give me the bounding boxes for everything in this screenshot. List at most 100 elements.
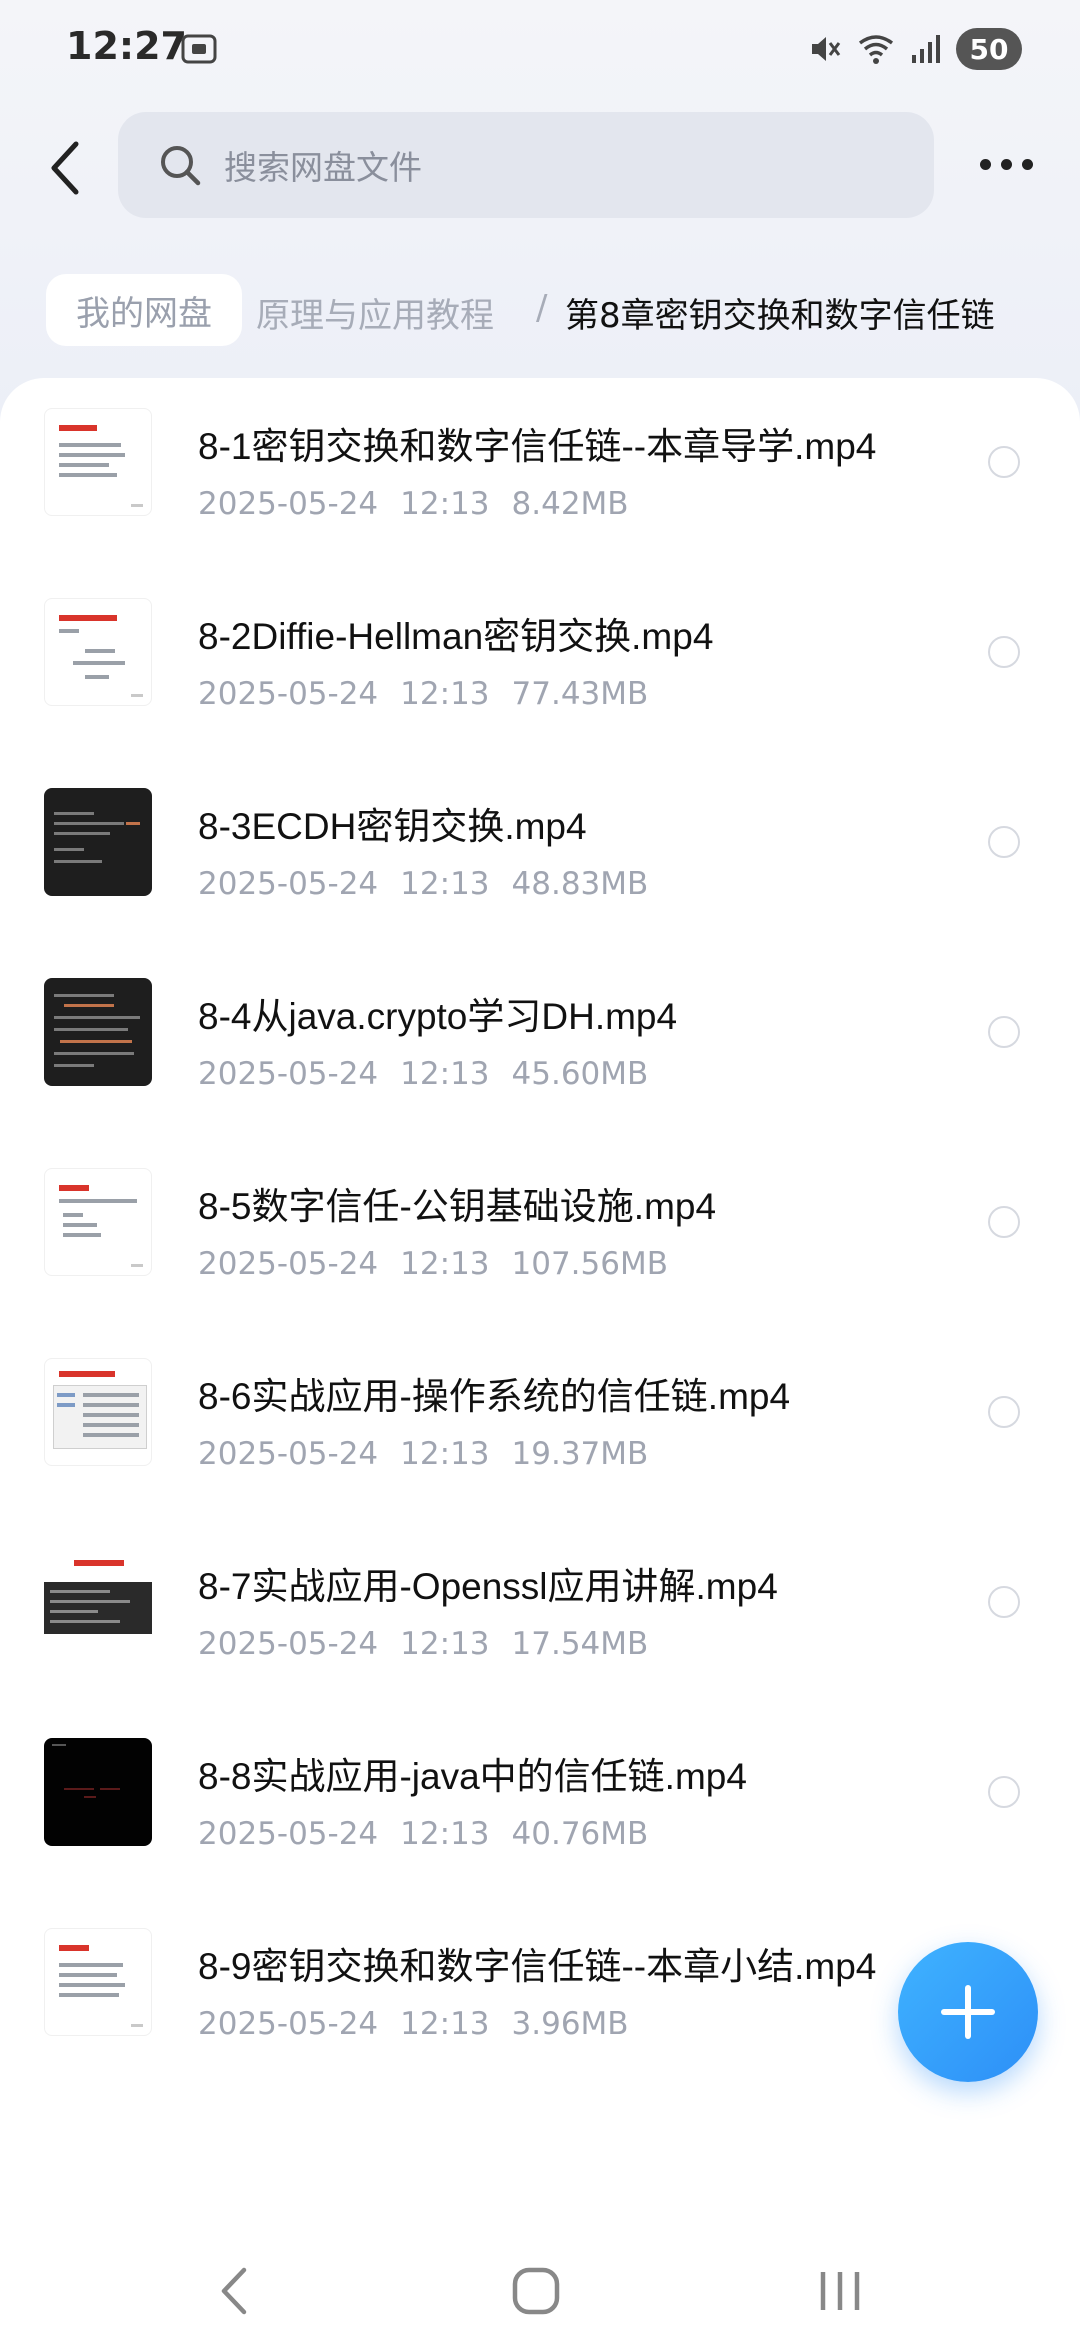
file-date: 2025-05-24	[198, 486, 379, 522]
nav-back-icon	[221, 2267, 247, 2315]
file-meta: 2025-05-24 12:13 48.83MB	[198, 866, 670, 902]
chevron-left-icon	[51, 141, 79, 195]
select-checkbox[interactable]	[988, 1776, 1020, 1808]
file-date: 2025-05-24	[198, 1436, 379, 1472]
file-size: 3.96MB	[511, 2006, 629, 2042]
battery-indicator: 50	[956, 28, 1022, 70]
file-meta: 2025-05-24 12:13 40.76MB	[198, 1816, 670, 1852]
file-name: 8-6实战应用-操作系统的信任链.mp4	[198, 1376, 791, 1417]
file-time: 12:13	[400, 1436, 490, 1472]
select-checkbox[interactable]	[988, 1396, 1020, 1428]
file-time: 12:13	[400, 1056, 490, 1092]
select-checkbox[interactable]	[988, 446, 1020, 478]
file-meta: 2025-05-24 12:13 8.42MB	[198, 486, 651, 522]
signal-icon	[912, 35, 940, 63]
file-size: 77.43MB	[511, 676, 649, 712]
video-thumbnail	[44, 978, 152, 1086]
file-date: 2025-05-24	[198, 1056, 379, 1092]
video-thumbnail	[44, 1738, 152, 1846]
wifi-icon	[858, 35, 894, 64]
video-thumbnail	[44, 1548, 152, 1656]
file-meta: 2025-05-24 12:13 77.43MB	[198, 676, 670, 712]
file-time: 12:13	[400, 486, 490, 522]
status-icons: 50	[806, 26, 1022, 72]
file-time: 12:13	[400, 1816, 490, 1852]
file-row[interactable]: 8-1密钥交换和数字信任链--本章导学.mp4 2025-05-24 12:13 8…	[0, 378, 1080, 568]
video-thumbnail	[44, 408, 152, 516]
file-row[interactable]: 8-2Diffie-Hellman密钥交换.mp4 2025-05-24 12:1…	[0, 568, 1080, 758]
file-meta: 2025-05-24 12:13 19.37MB	[198, 1436, 670, 1472]
file-date: 2025-05-24	[198, 2006, 379, 2042]
file-meta: 2025-05-24 12:13 45.60MB	[198, 1056, 670, 1092]
mute-icon	[812, 37, 841, 61]
file-time: 12:13	[400, 676, 490, 712]
add-button[interactable]	[898, 1942, 1038, 2082]
search-icon	[161, 146, 201, 186]
select-checkbox[interactable]	[988, 636, 1020, 668]
file-date: 2025-05-24	[198, 1246, 379, 1282]
system-nav-bar	[0, 2238, 1080, 2340]
screenshot-icon	[181, 34, 217, 64]
file-time: 12:13	[400, 1626, 490, 1662]
nav-recents-button[interactable]	[800, 2256, 880, 2326]
file-size: 48.83MB	[511, 866, 649, 902]
file-row[interactable]: 8-6实战应用-操作系统的信任链.mp4 2025-05-24 12:13 19.3…	[0, 1328, 1080, 1518]
breadcrumb: 我的网盘 原理与应用教程 / 第8章密钥交换和数字信任链	[0, 270, 1080, 350]
search-placeholder: 搜索网盘文件	[224, 148, 422, 187]
file-row[interactable]: 8-4从java.crypto学习DH.mp4 2025-05-24 12:13 4…	[0, 948, 1080, 1138]
file-name: 8-2Diffie-Hellman密钥交换.mp4	[198, 616, 714, 657]
select-checkbox[interactable]	[988, 1016, 1020, 1048]
file-size: 8.42MB	[511, 486, 629, 522]
breadcrumb-parent[interactable]: 原理与应用教程	[256, 288, 494, 337]
breadcrumb-current: 第8章密钥交换和数字信任链	[565, 296, 995, 336]
nav-home-button[interactable]	[496, 2256, 576, 2326]
file-size: 17.54MB	[511, 1626, 649, 1662]
plus-icon	[941, 1985, 995, 2039]
file-time: 12:13	[400, 2006, 490, 2042]
file-row[interactable]: 8-8实战应用-java中的信任链.mp4 2025-05-24 12:13 40.…	[0, 1708, 1080, 1898]
file-date: 2025-05-24	[198, 1626, 379, 1662]
file-name: 8-1密钥交换和数字信任链--本章导学.mp4	[198, 426, 877, 467]
file-name: 8-5数字信任-公钥基础设施.mp4	[198, 1186, 717, 1227]
nav-home-icon	[512, 2267, 560, 2315]
file-meta: 2025-05-24 12:13 3.96MB	[198, 2006, 651, 2042]
status-bar: 12:27 50	[0, 0, 1080, 100]
file-list: 8-1密钥交换和数字信任链--本章导学.mp4 2025-05-24 12:13 8…	[0, 378, 1080, 2238]
file-size: 45.60MB	[511, 1056, 649, 1092]
file-date: 2025-05-24	[198, 866, 379, 902]
file-name: 8-3ECDH密钥交换.mp4	[198, 806, 587, 847]
file-date: 2025-05-24	[198, 1816, 379, 1852]
more-dots-icon	[979, 158, 991, 170]
video-thumbnail	[44, 1928, 152, 2036]
back-button[interactable]	[36, 128, 92, 208]
breadcrumb-separator: /	[536, 288, 548, 328]
video-thumbnail	[44, 1358, 152, 1466]
select-checkbox[interactable]	[988, 826, 1020, 858]
status-time: 12:27	[66, 24, 187, 68]
file-name: 8-7实战应用-Openssl应用讲解.mp4	[198, 1566, 778, 1607]
file-size: 40.76MB	[511, 1816, 649, 1852]
more-button[interactable]	[968, 136, 1044, 192]
file-time: 12:13	[400, 866, 490, 902]
file-name: 8-4从java.crypto学习DH.mp4	[198, 996, 678, 1037]
file-size: 107.56MB	[511, 1246, 668, 1282]
file-row[interactable]: 8-5数字信任-公钥基础设施.mp4 2025-05-24 12:13 107.56…	[0, 1138, 1080, 1328]
file-row[interactable]: 8-7实战应用-Openssl应用讲解.mp4 2025-05-24 12:13 1…	[0, 1518, 1080, 1708]
file-name: 8-8实战应用-java中的信任链.mp4	[198, 1756, 747, 1797]
video-thumbnail	[44, 1168, 152, 1276]
select-checkbox[interactable]	[988, 1206, 1020, 1238]
file-date: 2025-05-24	[198, 676, 379, 712]
nav-back-button[interactable]	[194, 2256, 274, 2326]
file-size: 19.37MB	[511, 1436, 649, 1472]
video-thumbnail	[44, 598, 152, 706]
search-input[interactable]: 搜索网盘文件	[118, 112, 934, 218]
select-checkbox[interactable]	[988, 1586, 1020, 1618]
breadcrumb-root[interactable]: 我的网盘	[46, 274, 242, 346]
video-thumbnail	[44, 788, 152, 896]
file-meta: 2025-05-24 12:13 107.56MB	[198, 1246, 690, 1282]
file-name: 8-9密钥交换和数字信任链--本章小结.mp4	[198, 1946, 877, 1987]
nav-recents-icon	[820, 2272, 860, 2310]
file-time: 12:13	[400, 1246, 490, 1282]
file-meta: 2025-05-24 12:13 17.54MB	[198, 1626, 670, 1662]
file-row[interactable]: 8-3ECDH密钥交换.mp4 2025-05-24 12:13 48.83MB	[0, 758, 1080, 948]
